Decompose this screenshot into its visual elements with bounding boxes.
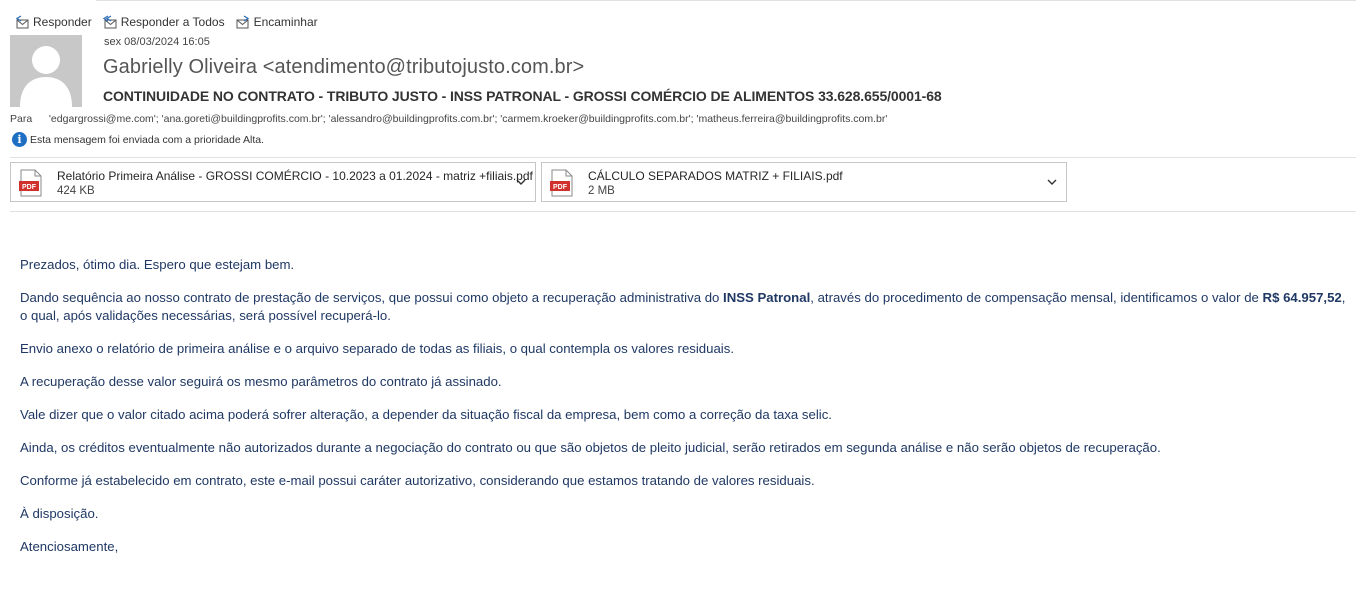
reply-button[interactable]: Responder: [14, 14, 92, 30]
recipients-row: Para 'edgargrossi@me.com'; 'ana.goreti@b…: [10, 113, 887, 125]
recipients-list[interactable]: 'edgargrossi@me.com'; 'ana.goreti@buildi…: [49, 113, 887, 125]
message-subject: CONTINUIDADE NO CONTRATO - TRIBUTO JUSTO…: [103, 88, 942, 104]
info-icon: i: [12, 132, 27, 147]
reading-pane-toolbar: Responder Responder a Todos Encaminhar: [14, 12, 318, 32]
message-date: sex 08/03/2024 16:05: [104, 36, 210, 48]
body-paragraph: À disposição.: [20, 506, 99, 521]
priority-text: Esta mensagem foi enviada com a priorida…: [30, 133, 265, 146]
reply-all-button[interactable]: Responder a Todos: [102, 14, 225, 30]
reply-all-label: Responder a Todos: [120, 15, 225, 29]
to-label: Para: [10, 113, 33, 125]
header-top-border: [96, 0, 1356, 1]
attachment-size: 424 KB: [57, 185, 95, 197]
body-paragraph: Ainda, os créditos eventualmente não aut…: [20, 440, 1161, 455]
body-paragraph: Envio anexo o relatório de primeira anál…: [20, 341, 734, 356]
chevron-down-icon[interactable]: [1046, 176, 1058, 188]
pdf-icon: PDF: [550, 169, 573, 197]
forward-button[interactable]: Encaminhar: [235, 14, 318, 30]
highlight-amount: R$ 64.957,52: [1262, 290, 1342, 305]
header-divider: [10, 157, 1356, 158]
reply-icon: [15, 15, 29, 29]
reply-all-icon: [102, 15, 117, 29]
attachment-name: CÁLCULO SEPARADOS MATRIZ + FILIAIS.pdf: [588, 169, 843, 183]
body-paragraph: Prezados, ótimo dia. Espero que estejam …: [20, 257, 295, 272]
svg-text:PDF: PDF: [22, 184, 37, 191]
attachment-size: 2 MB: [588, 185, 615, 197]
body-paragraph: Conforme já estabelecido em contrato, es…: [20, 473, 815, 488]
body-paragraph: A recuperação desse valor seguirá os mes…: [20, 374, 502, 389]
body-closing: Atenciosamente,: [20, 539, 119, 554]
highlight-inss: INSS Patronal: [723, 290, 811, 305]
body-paragraph: Dando sequência ao nosso contrato de pre…: [20, 290, 1346, 323]
message-body: Prezados, ótimo dia. Espero que estejam …: [20, 256, 1352, 571]
reply-label: Responder: [33, 15, 92, 29]
attachment-item[interactable]: PDF Relatório Primeira Análise - GROSSI …: [10, 162, 536, 202]
attachments-divider: [10, 211, 1356, 212]
sender-name[interactable]: Gabrielly Oliveira <atendimento@tributoj…: [103, 56, 584, 79]
svg-text:PDF: PDF: [553, 184, 568, 191]
person-placeholder-icon: [10, 35, 82, 107]
sender-avatar[interactable]: [10, 35, 82, 107]
chevron-down-icon[interactable]: [515, 176, 527, 188]
body-paragraph: Vale dizer que o valor citado acima pode…: [20, 407, 832, 422]
forward-label: Encaminhar: [253, 15, 318, 29]
priority-infobar: i Esta mensagem foi enviada com a priori…: [12, 132, 264, 147]
forward-icon: [236, 15, 249, 29]
attachment-name: Relatório Primeira Análise - GROSSI COMÉ…: [57, 169, 533, 183]
attachment-item[interactable]: PDF CÁLCULO SEPARADOS MATRIZ + FILIAIS.p…: [541, 162, 1067, 202]
pdf-icon: PDF: [19, 169, 42, 197]
